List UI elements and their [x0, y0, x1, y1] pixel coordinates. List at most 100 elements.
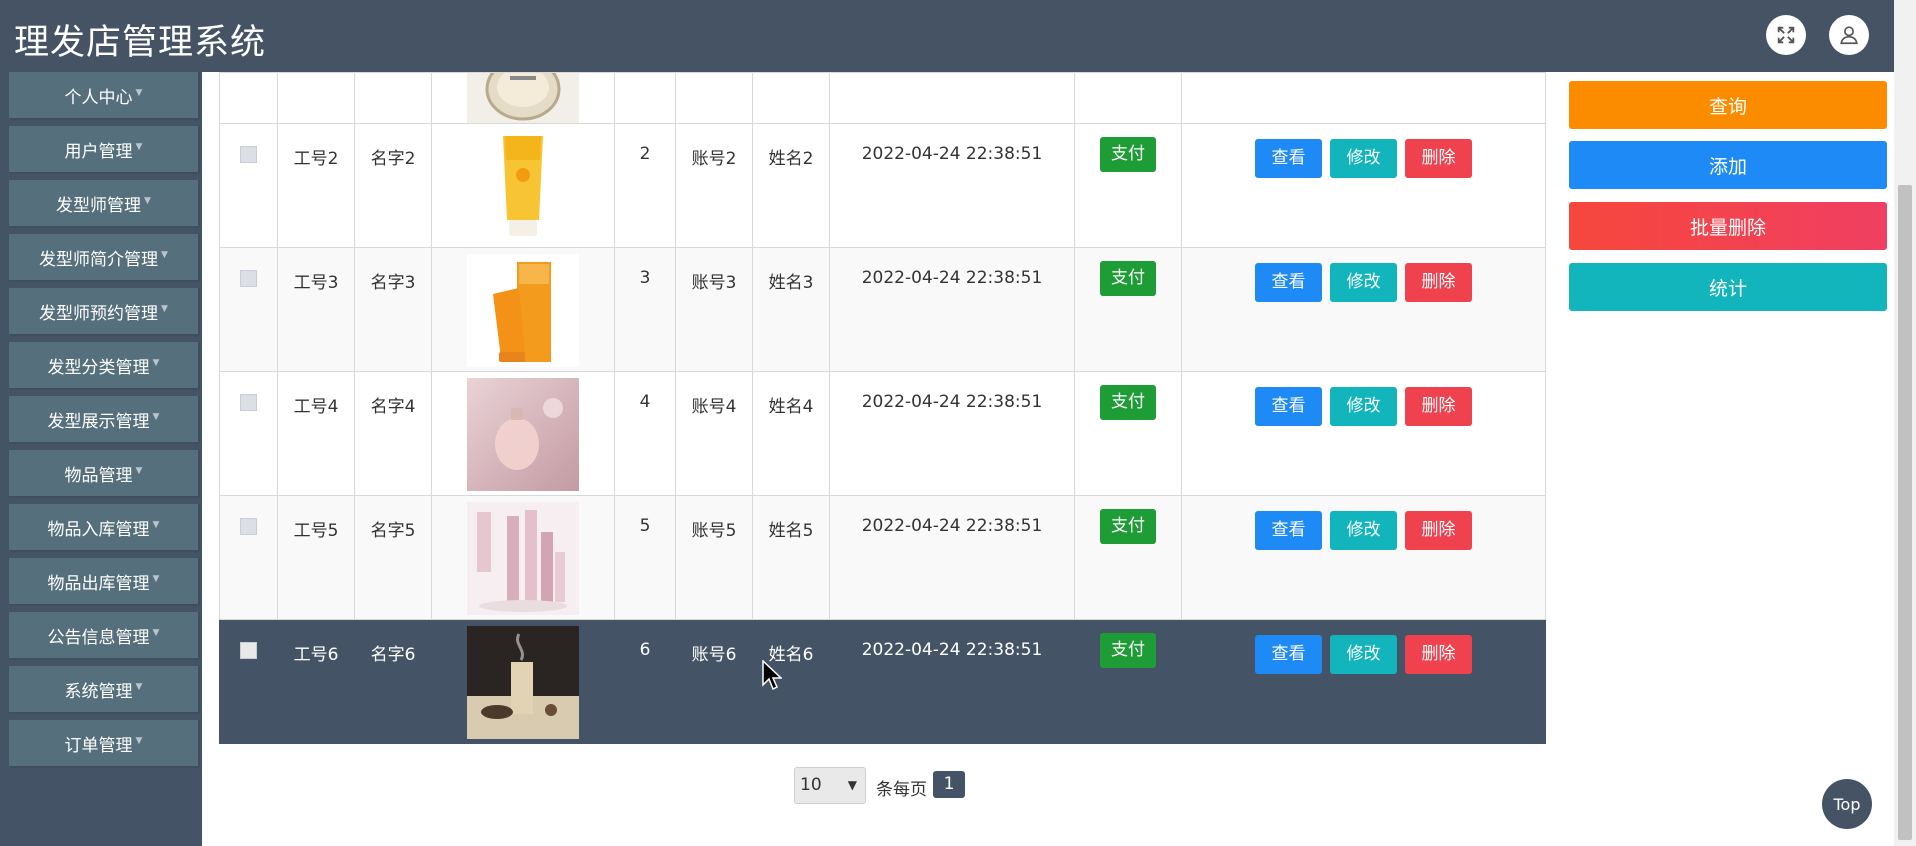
sidebar-item-label: 物品管理: [64, 465, 133, 486]
delete-button[interactable]: 删除: [1405, 387, 1472, 426]
cell-real-name: 姓名2: [752, 123, 830, 248]
cell-num: 4: [614, 371, 676, 496]
table-row: 工号2 名字2 2 账号2 姓名2 2022-04-24 22:38:51 支付…: [219, 123, 1546, 248]
sidebar-item-stylist-management[interactable]: 发型师管理 ▼: [9, 180, 200, 228]
user-menu-button[interactable]: [1829, 15, 1869, 55]
row-checkbox[interactable]: [240, 270, 257, 287]
back-to-top-button[interactable]: Top: [1822, 779, 1872, 829]
cell-account: 账号2: [675, 123, 753, 248]
product-image-cosmetics-set: [467, 502, 579, 615]
cell-name: 名字3: [354, 247, 432, 372]
edit-button[interactable]: 修改: [1330, 635, 1397, 674]
sidebar-item-goods-in[interactable]: 物品入库管理 ▼: [9, 504, 200, 552]
row-checkbox[interactable]: [240, 146, 257, 163]
fullscreen-button[interactable]: [1766, 15, 1806, 55]
product-image-yellow-sunscreen: [467, 130, 579, 243]
edit-button[interactable]: 修改: [1330, 511, 1397, 550]
product-image-perfume-pink: [467, 378, 579, 491]
sidebar-item-label: 发型展示管理: [47, 411, 150, 432]
sidebar-item-hairstyle-showcase[interactable]: 发型展示管理 ▼: [9, 396, 200, 444]
page-number-button[interactable]: 1: [933, 771, 965, 798]
delete-button[interactable]: 删除: [1405, 635, 1472, 674]
expand-icon: [1777, 26, 1795, 44]
cell-name: 名字6: [354, 619, 432, 744]
view-button[interactable]: 查看: [1255, 139, 1322, 178]
cell-emp-no: 工号5: [277, 495, 355, 620]
cell-account: 账号3: [675, 247, 753, 372]
cell-name: 名字5: [354, 495, 432, 620]
per-page-label: 条每页: [876, 780, 927, 800]
cell-time: 2022-04-24 22:38:51: [829, 123, 1075, 248]
view-button[interactable]: 查看: [1255, 511, 1322, 550]
table-row: [219, 72, 1546, 124]
table-row: 工号4 名字4 4 账号4 姓名4 2022-04-24 22:38:51 支付…: [219, 371, 1546, 496]
sidebar-item-label: 公告信息管理: [47, 627, 150, 648]
batch-delete-button[interactable]: 批量删除: [1569, 202, 1887, 250]
sidebar-item-goods-out[interactable]: 物品出库管理 ▼: [9, 558, 200, 606]
data-table: 工号2 名字2 2 账号2 姓名2 2022-04-24 22:38:51 支付…: [219, 72, 1546, 744]
product-image-orange-sunscreen: [467, 254, 579, 367]
cell-emp-no: 工号2: [277, 123, 355, 248]
cell-name: 名字4: [354, 371, 432, 496]
sidebar-item-personal-center[interactable]: 个人中心 ▼: [9, 72, 200, 120]
sidebar-item-label: 发型师管理: [56, 195, 142, 216]
cell-emp-no: 工号3: [277, 247, 355, 372]
caret-down-icon: ▼: [135, 88, 143, 98]
caret-down-icon: ▼: [161, 250, 168, 260]
sidebar: 个人中心 ▼ 用户管理 ▼ 发型师管理 ▼ 发型师简介管理 ▼ 发型师预约管理 ▼ 发型分…: [0, 72, 202, 846]
cell-time: 2022-04-24 22:38:51: [829, 247, 1075, 372]
edit-button[interactable]: 修改: [1330, 387, 1397, 426]
caret-down-icon: ▼: [152, 412, 160, 422]
row-checkbox[interactable]: [240, 518, 257, 535]
cell-num: 5: [614, 495, 676, 620]
edit-button[interactable]: 修改: [1330, 139, 1397, 178]
cell-num: 6: [614, 619, 676, 744]
delete-button[interactable]: 删除: [1405, 511, 1472, 550]
caret-down-icon: ▼: [144, 196, 151, 206]
cell-name: 名字2: [354, 123, 432, 248]
sidebar-item-stylist-appointment[interactable]: 发型师预约管理 ▼: [9, 288, 200, 336]
sidebar-item-announcements[interactable]: 公告信息管理 ▼: [9, 612, 200, 660]
view-button[interactable]: 查看: [1255, 263, 1322, 302]
cell-num: 2: [614, 123, 676, 248]
sidebar-item-system[interactable]: 系统管理 ▼: [9, 666, 200, 714]
pay-button[interactable]: 支付: [1100, 385, 1156, 420]
delete-button[interactable]: 删除: [1405, 263, 1472, 302]
statistics-button[interactable]: 统计: [1569, 263, 1887, 311]
sidebar-item-label: 发型师预约管理: [39, 303, 159, 324]
product-image-incense-burner: [467, 626, 579, 739]
sidebar-item-label: 物品入库管理: [47, 519, 150, 540]
user-icon: [1840, 26, 1858, 45]
cell-emp-no: 工号4: [277, 371, 355, 496]
dropdown-arrow-icon: ▼: [847, 778, 857, 792]
top-header: 理发店管理系统: [0, 0, 1896, 72]
pay-button[interactable]: 支付: [1100, 633, 1156, 668]
sidebar-item-hairstyle-category[interactable]: 发型分类管理 ▼: [9, 342, 200, 390]
caret-down-icon: ▼: [135, 142, 143, 152]
caret-down-icon: ▼: [152, 574, 160, 584]
sidebar-item-label: 个人中心: [64, 87, 133, 108]
query-button[interactable]: 查询: [1569, 81, 1887, 129]
add-button[interactable]: 添加: [1569, 141, 1887, 189]
cell-real-name: 姓名3: [752, 247, 830, 372]
page-size-select[interactable]: 10 ▼: [794, 767, 866, 804]
view-button[interactable]: 查看: [1255, 387, 1322, 426]
edit-button[interactable]: 修改: [1330, 263, 1397, 302]
pay-button[interactable]: 支付: [1100, 509, 1156, 544]
sidebar-item-stylist-intro[interactable]: 发型师简介管理 ▼: [9, 234, 200, 282]
sidebar-item-goods[interactable]: 物品管理 ▼: [9, 450, 200, 498]
sidebar-item-orders[interactable]: 订单管理 ▼: [9, 720, 200, 768]
scrollbar[interactable]: [1894, 0, 1916, 846]
scrollbar-thumb[interactable]: [1898, 185, 1912, 840]
product-image-perfume-bottle: [467, 73, 579, 123]
pay-button[interactable]: 支付: [1100, 261, 1156, 296]
caret-down-icon: ▼: [152, 520, 160, 530]
row-checkbox[interactable]: [240, 642, 257, 659]
sidebar-item-user-management[interactable]: 用户管理 ▼: [9, 126, 200, 174]
delete-button[interactable]: 删除: [1405, 139, 1472, 178]
view-button[interactable]: 查看: [1255, 635, 1322, 674]
pay-button[interactable]: 支付: [1100, 137, 1156, 172]
caret-down-icon: ▼: [161, 304, 168, 314]
row-checkbox[interactable]: [240, 394, 257, 411]
cell-account: 账号6: [675, 619, 753, 744]
